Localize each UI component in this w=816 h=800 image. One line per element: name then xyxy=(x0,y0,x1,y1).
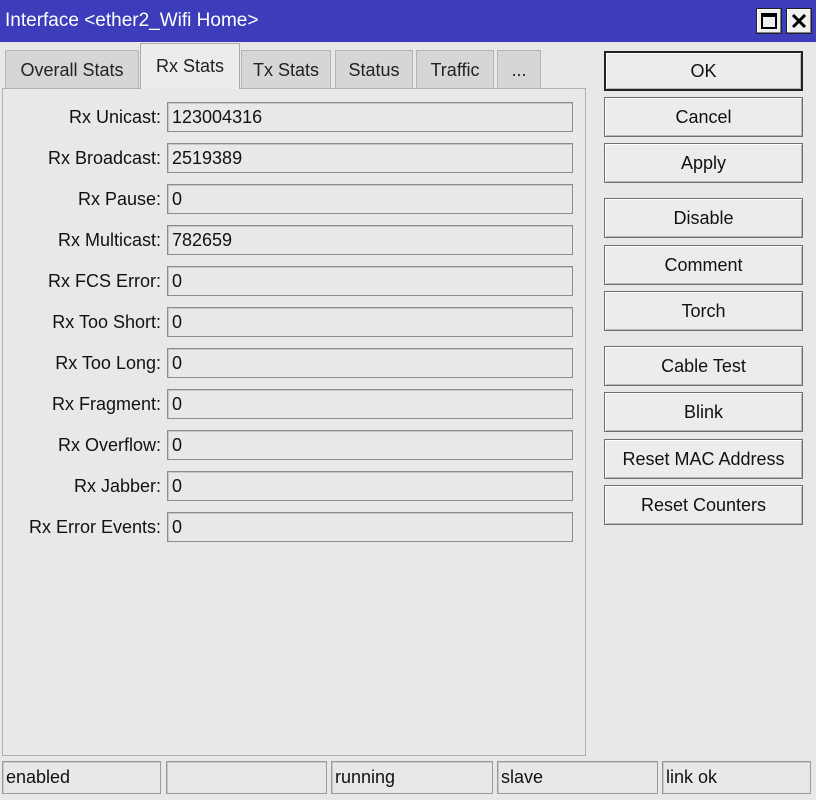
field-label: Rx Jabber: xyxy=(73,476,161,496)
tab-status[interactable]: Status xyxy=(335,50,413,88)
rx-broadcast-field[interactable]: 2519389 xyxy=(167,143,573,173)
reset-counters-button[interactable]: Reset Counters xyxy=(604,485,803,525)
field-row-rx-fcs-error: Rx FCS Error: 0 xyxy=(3,266,587,298)
interface-window: Interface <ether2_Wifi Home> Overall Sta… xyxy=(0,0,816,800)
status-enabled: enabled xyxy=(2,761,161,794)
field-label: Rx Pause: xyxy=(77,189,161,209)
field-row-rx-error-events: Rx Error Events: 0 xyxy=(3,512,587,544)
field-row-rx-unicast: Rx Unicast: 123004316 xyxy=(3,102,587,134)
tab-rx-stats[interactable]: Rx Stats xyxy=(140,43,240,89)
close-button[interactable] xyxy=(786,8,812,34)
field-row-rx-fragment: Rx Fragment: 0 xyxy=(3,389,587,421)
tab-overall-stats[interactable]: Overall Stats xyxy=(5,50,139,88)
maximize-button[interactable] xyxy=(756,8,782,34)
ok-button[interactable]: OK xyxy=(604,51,803,91)
field-row-rx-jabber: Rx Jabber: 0 xyxy=(3,471,587,503)
tab-traffic[interactable]: Traffic xyxy=(416,50,494,88)
field-row-rx-multicast: Rx Multicast: 782659 xyxy=(3,225,587,257)
field-label: Rx Fragment: xyxy=(51,394,161,414)
field-row-rx-broadcast: Rx Broadcast: 2519389 xyxy=(3,143,587,175)
rx-jabber-field[interactable]: 0 xyxy=(167,471,573,501)
rx-overflow-field[interactable]: 0 xyxy=(167,430,573,460)
status-link: link ok xyxy=(662,761,811,794)
field-label: Rx FCS Error: xyxy=(47,271,161,291)
status-slave: slave xyxy=(497,761,658,794)
field-label: Rx Too Long: xyxy=(55,353,161,373)
field-label: Rx Unicast: xyxy=(68,107,161,127)
comment-button[interactable]: Comment xyxy=(604,245,803,285)
field-label: Rx Broadcast: xyxy=(47,148,161,168)
field-label: Rx Overflow: xyxy=(57,435,161,455)
title-bar[interactable]: Interface <ether2_Wifi Home> xyxy=(0,0,816,42)
torch-button[interactable]: Torch xyxy=(604,291,803,331)
rx-too-short-field[interactable]: 0 xyxy=(167,307,573,337)
cancel-button[interactable]: Cancel xyxy=(604,97,803,137)
field-row-rx-pause: Rx Pause: 0 xyxy=(3,184,587,216)
apply-button[interactable]: Apply xyxy=(604,143,803,183)
field-row-rx-too-short: Rx Too Short: 0 xyxy=(3,307,587,339)
tab-more[interactable]: ... xyxy=(497,50,541,88)
rx-pause-field[interactable]: 0 xyxy=(167,184,573,214)
close-icon xyxy=(791,13,807,29)
disable-button[interactable]: Disable xyxy=(604,198,803,238)
rx-fcs-error-field[interactable]: 0 xyxy=(167,266,573,296)
status-running: running xyxy=(331,761,493,794)
window-title: Interface <ether2_Wifi Home> xyxy=(5,10,259,31)
tab-tx-stats[interactable]: Tx Stats xyxy=(241,50,331,88)
rx-error-events-field[interactable]: 0 xyxy=(167,512,573,542)
field-label: Rx Multicast: xyxy=(57,230,161,250)
field-label: Rx Too Short: xyxy=(52,312,161,332)
field-label: Rx Error Events: xyxy=(28,517,161,537)
rx-fragment-field[interactable]: 0 xyxy=(167,389,573,419)
field-row-rx-too-long: Rx Too Long: 0 xyxy=(3,348,587,380)
rx-multicast-field[interactable]: 782659 xyxy=(167,225,573,255)
blink-button[interactable]: Blink xyxy=(604,392,803,432)
rx-too-long-field[interactable]: 0 xyxy=(167,348,573,378)
reset-mac-address-button[interactable]: Reset MAC Address xyxy=(604,439,803,479)
maximize-icon xyxy=(761,13,777,29)
field-row-rx-overflow: Rx Overflow: 0 xyxy=(3,430,587,462)
rx-unicast-field[interactable]: 123004316 xyxy=(167,102,573,132)
rx-stats-panel: Rx Unicast: 123004316 Rx Broadcast: 2519… xyxy=(2,88,586,756)
cable-test-button[interactable]: Cable Test xyxy=(604,346,803,386)
status-empty xyxy=(166,761,327,794)
